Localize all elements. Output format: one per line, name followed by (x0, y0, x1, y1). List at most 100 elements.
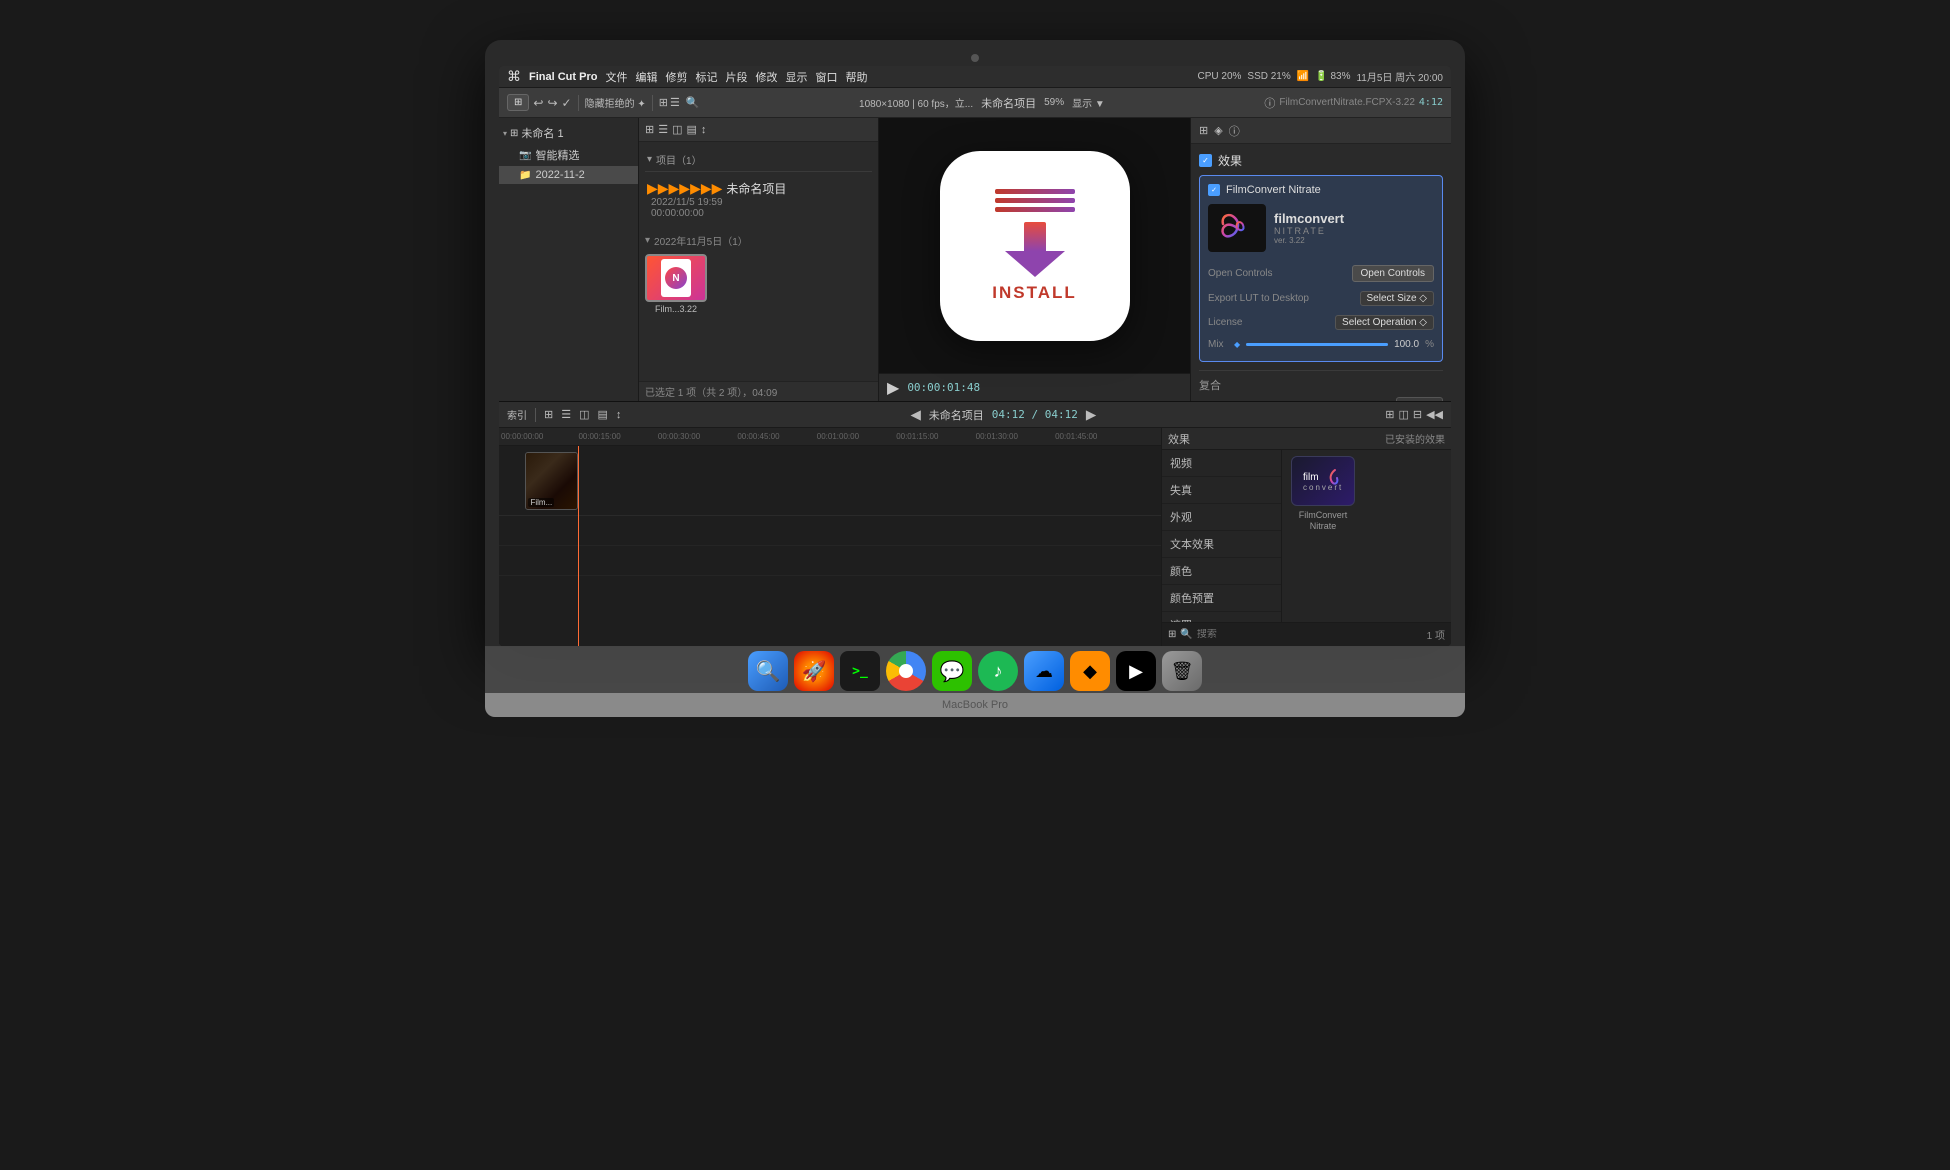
sidebar-item-date[interactable]: 📁 2022-11-2 (499, 166, 638, 184)
effects-checkbox[interactable]: ✓ (1199, 154, 1212, 167)
filmconvert-card-label: FilmConvertNitrate (1299, 510, 1348, 532)
tl-sort-btn[interactable]: ↕ (616, 409, 622, 421)
effects-cat-color[interactable]: 颜色 (1162, 558, 1281, 585)
menubar-item-modify[interactable]: 修改 (755, 69, 777, 85)
toolbar-redo-btn[interactable]: ↪ (547, 96, 557, 110)
fc-version: ver. 3.22 (1274, 236, 1344, 245)
filmconvert-checkbox[interactable]: ✓ (1208, 184, 1220, 196)
browser-btn-4[interactable]: ▤ (687, 123, 697, 136)
effects-cat-text[interactable]: 文本效果 (1162, 531, 1281, 558)
menubar-item-view[interactable]: 显示 (785, 69, 807, 85)
filmconvert-plugin-card[interactable]: film convert FilmConvertNitrate (1288, 456, 1358, 532)
view-grid-btn[interactable]: ⊞ (659, 96, 668, 109)
tl-btn1[interactable]: ⊞ (544, 408, 553, 421)
mix-slider[interactable] (1246, 343, 1388, 346)
menubar-app-name[interactable]: Final Cut Pro (529, 71, 597, 83)
tl-btn2[interactable]: ☰ (561, 408, 571, 421)
export-lut-select[interactable]: Select Size ◇ (1360, 291, 1435, 306)
hidden-rejected-label[interactable]: 隐藏拒绝的 ✦ (585, 95, 646, 110)
view-list-btn[interactable]: ☰ (670, 96, 680, 109)
inspector-filter-btn[interactable]: ◈ (1214, 124, 1222, 137)
playback-timecode: 00:00:01:48 (907, 381, 980, 394)
effects-cat-color-preset[interactable]: 颜色预置 (1162, 585, 1281, 612)
effects-cat-video[interactable]: 视频 (1162, 450, 1281, 477)
play-btn[interactable]: ▶ (887, 378, 899, 398)
inspector-header: ⊞ ◈ ⓘ (1191, 118, 1451, 144)
inspector-panel: ⊞ ◈ ⓘ ✓ 效果 (1191, 118, 1451, 401)
effects-categories: 视频 失真 外观 文本效果 颜色 颜色预置 遮罩 Film Emulation … (1162, 450, 1282, 622)
tl-next-btn[interactable]: ▶ (1086, 407, 1096, 423)
menubar-item-file[interactable]: 文件 (605, 69, 627, 85)
view-toggle-buttons: ⊞ ☰ (659, 96, 680, 109)
timeline-toolbar: 索引 ⊞ ☰ ◫ ▤ ↕ ◀ 未命名项目 04:12 / 04:12 ▶ (499, 402, 1451, 428)
effects-view-toggle[interactable]: ⊞ (1168, 629, 1176, 640)
menubar-item-edit[interactable]: 编辑 (635, 69, 657, 85)
tl-right-btn1[interactable]: ⊞ (1385, 408, 1394, 421)
inspector-toggle-btn[interactable]: ⓘ (1264, 95, 1275, 111)
inspector-tab-btn[interactable]: ⊞ (1199, 124, 1208, 137)
browser-status-text: 已选定 1 项（共 2 项），04:09 (645, 384, 777, 399)
dock-item-sketch[interactable]: ◆ (1070, 651, 1110, 691)
dock-item-terminal[interactable]: >_ (840, 651, 880, 691)
effects-cat-mask[interactable]: 遮罩 (1162, 612, 1281, 622)
dock-item-launchpad[interactable]: 🚀 (794, 651, 834, 691)
browser-toolbar: ⊞ ☰ ◫ ▤ ↕ (639, 118, 878, 142)
svg-text:film: film (1303, 472, 1319, 483)
toolbar-check-btn[interactable]: ✓ (562, 96, 572, 110)
effects-cat-distort[interactable]: 失真 (1162, 477, 1281, 504)
tl-btn4[interactable]: ▤ (598, 408, 608, 421)
dock-item-fcpx[interactable]: ▶ (1116, 651, 1156, 691)
timeline-index-label[interactable]: 索引 (507, 407, 527, 422)
tl-right-btn4[interactable]: ◀◀ (1426, 408, 1443, 421)
browser-sort-btn[interactable]: ↕ (701, 124, 707, 136)
dock-item-spotify[interactable]: ♪ (978, 651, 1018, 691)
inspector-info-btn[interactable]: ⓘ (1229, 123, 1240, 139)
zoom-level[interactable]: 59% (1044, 97, 1064, 108)
open-controls-btn[interactable]: Open Controls (1352, 265, 1434, 282)
video-track-row: Film... (499, 446, 1161, 516)
toolbar-import-btn[interactable]: ⊞ (507, 94, 529, 111)
camera-dot (971, 54, 979, 62)
browser-btn-1[interactable]: ⊞ (645, 123, 654, 136)
license-label: License (1208, 317, 1242, 328)
clock: 11月5日 周六 20:00 (1356, 69, 1443, 84)
search-btn[interactable]: 🔍 (686, 96, 700, 109)
thumb-item-film[interactable]: N Film...3.22 (645, 254, 707, 314)
tl-right-btn3[interactable]: ⊟ (1413, 408, 1422, 421)
effects-cat-look[interactable]: 外观 (1162, 504, 1281, 531)
project-title: ▶▶▶▶▶▶▶ 未命名项目 (647, 180, 870, 197)
browser-btn-3[interactable]: ◫ (672, 123, 682, 136)
toolbar-undo-btn[interactable]: ↩ (533, 96, 543, 110)
triangle-down: ▾ (645, 235, 650, 246)
sidebar-item-smart[interactable]: 📷 智能精选 (499, 144, 638, 166)
display-dropdown-btn[interactable]: 显示 ▼ (1072, 95, 1105, 110)
playhead[interactable] (578, 446, 579, 646)
dock-item-wechat[interactable]: 💬 (932, 651, 972, 691)
menubar-item-window[interactable]: 窗口 (815, 69, 837, 85)
effects-search-input[interactable] (1197, 629, 1423, 640)
menubar-item-clip[interactable]: 片段 (725, 69, 747, 85)
video-clip-block[interactable]: Film... (525, 452, 578, 510)
preview-controls: ▶ 00:00:01:48 (879, 373, 1190, 401)
dock-item-trash[interactable]: 🗑 (1162, 651, 1202, 691)
tl-prev-btn[interactable]: ◀ (911, 407, 921, 423)
apple-menu-icon[interactable]: ⌘ (507, 68, 521, 85)
menubar-item-mark[interactable]: 标记 (695, 69, 717, 85)
menubar-items: 文件 编辑 修剪 标记 片段 修改 显示 窗口 帮助 (605, 69, 1189, 85)
sidebar-group-unnamed1[interactable]: ▾ ⊞ 未命名 1 (499, 122, 638, 144)
dock-item-icloud[interactable]: ☁ (1024, 651, 1064, 691)
dock-item-finder[interactable]: 🔍 (748, 651, 788, 691)
menubar-item-help[interactable]: 帮助 (845, 69, 867, 85)
menubar-item-trim[interactable]: 修剪 (665, 69, 687, 85)
fc-spiral-svg (1215, 208, 1259, 248)
fc-text-block: filmconvert nitrate ver. 3.22 (1274, 211, 1344, 245)
tl-btn3[interactable]: ◫ (579, 408, 589, 421)
tl-right-btn2[interactable]: ◫ (1398, 408, 1408, 421)
project-item[interactable]: ▶▶▶▶▶▶▶ 未命名项目 2022/11/5 19:59 00:00:00:0… (645, 176, 872, 223)
open-controls-row: Open Controls Open Controls (1208, 262, 1434, 285)
filmconvert-logo-row: filmconvert nitrate ver. 3.22 (1208, 204, 1434, 252)
browser-btn-2[interactable]: ☰ (658, 123, 668, 136)
dock-item-chrome[interactable] (886, 651, 926, 691)
timeline-tracks-area: Film... (499, 446, 1161, 646)
license-select[interactable]: Select Operation ◇ (1335, 315, 1434, 330)
